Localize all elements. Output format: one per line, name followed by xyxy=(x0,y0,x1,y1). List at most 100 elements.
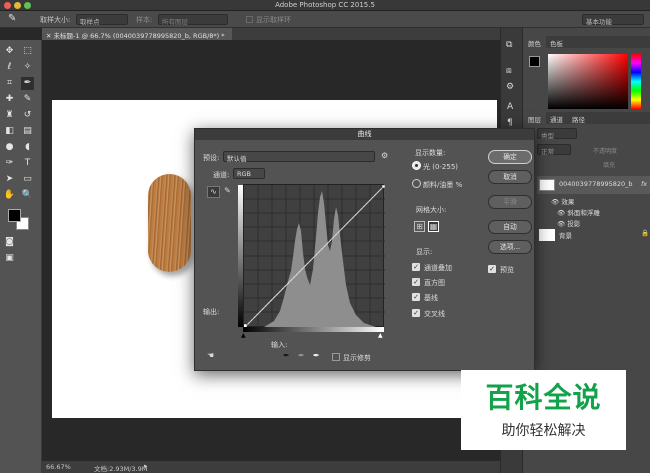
pigment-radio[interactable] xyxy=(412,179,421,188)
preset-select[interactable]: 默认值 xyxy=(223,151,375,163)
light-radio[interactable] xyxy=(412,161,421,170)
sample-size-select[interactable]: 取样点 xyxy=(76,14,128,26)
preview-label: 预览 xyxy=(500,266,514,274)
smooth-button[interactable]: 平滑 xyxy=(488,195,532,209)
document-tab[interactable]: ✕ 未标题-1 @ 66.7% (0040039778995820_b, RGB… xyxy=(42,28,232,40)
ok-button[interactable]: 确定 xyxy=(488,150,532,164)
crop-tool-icon[interactable]: ⌗ xyxy=(3,77,16,90)
layer-kind-filter[interactable]: 类型 xyxy=(537,128,577,140)
tab-layers[interactable]: 图层 xyxy=(523,112,546,124)
layer-name: 0040039778995820_b xyxy=(559,180,633,188)
layer-fx-icon: fx xyxy=(641,180,648,188)
watermark-title: 百科全说 xyxy=(485,381,602,414)
character-panel-icon[interactable]: A xyxy=(507,102,513,112)
screen-mode-icon[interactable]: ▣ xyxy=(3,252,16,265)
intersection-line-checkbox[interactable]: ✓ xyxy=(412,309,420,317)
actions-panel-icon[interactable]: ⧈ xyxy=(506,66,512,76)
white-eyedropper-icon[interactable]: ✒ xyxy=(313,351,320,360)
foreground-color-swatch[interactable] xyxy=(8,209,21,222)
quick-select-tool-icon[interactable]: ✧ xyxy=(21,61,34,74)
eyedropper-icon[interactable]: ✎ xyxy=(8,13,16,24)
tab-color[interactable]: 颜色 xyxy=(523,36,546,48)
display-amount-label: 显示数量: xyxy=(415,149,446,157)
fill-label: 填充 xyxy=(603,162,616,169)
curves-graph[interactable] xyxy=(242,184,386,329)
tab-paths[interactable]: 路径 xyxy=(567,112,590,124)
grid-size-label: 网格大小: xyxy=(416,206,447,214)
status-bar: 66.67% 文档:2.93M/3.9M ▸ xyxy=(42,461,500,473)
target-adjust-icon[interactable]: ☚ xyxy=(207,351,214,360)
eraser-tool-icon[interactable]: ◧ xyxy=(3,125,16,138)
auto-button[interactable]: 自动 xyxy=(488,220,532,234)
preview-checkbox[interactable]: ✓ xyxy=(488,265,496,273)
lasso-tool-icon[interactable]: ℓ xyxy=(3,61,16,74)
white-point-slider-icon[interactable]: ▲ xyxy=(378,332,383,339)
stamp-tool-icon[interactable]: ♜ xyxy=(3,109,16,122)
layer-name: 背景 xyxy=(559,232,572,240)
marquee-tool-icon[interactable]: ⬚ xyxy=(21,45,34,58)
status-arrow-icon[interactable]: ▸ xyxy=(144,462,148,470)
options-button[interactable]: 选项... xyxy=(488,240,532,254)
preset-label: 预设: xyxy=(203,154,220,162)
channel-overlay-checkbox[interactable]: ✓ xyxy=(412,263,420,271)
gray-eyedropper-icon[interactable]: ✒ xyxy=(298,351,305,360)
title-bar: Adobe Photoshop CC 2015.5 xyxy=(0,0,650,11)
zoom-tool-icon[interactable]: 🔍 xyxy=(21,189,34,202)
history-brush-icon[interactable]: ↺ xyxy=(21,109,34,122)
healing-tool-icon[interactable]: ✚ xyxy=(3,93,16,106)
sample-select[interactable]: 所有图层 xyxy=(158,14,228,26)
pencil-draw-icon[interactable]: ✎ xyxy=(221,186,234,198)
blur-tool-icon[interactable]: ● xyxy=(3,141,16,154)
paragraph-panel-icon[interactable]: ¶ xyxy=(507,118,513,128)
channel-select[interactable]: RGB xyxy=(233,168,265,179)
close-tab-icon[interactable]: ✕ xyxy=(46,32,54,40)
curve-edit-icon[interactable]: ∿ xyxy=(207,186,220,198)
detailed-grid-icon[interactable]: ▦ xyxy=(428,221,439,232)
curves-dialog: 曲线 预设: 默认值 ⚙ 通道: RGB ∿ ✎ ▲ ▲ 输出: 输入: ☚ ✒… xyxy=(194,128,535,371)
properties-panel-icon[interactable]: ⚙ xyxy=(506,82,514,92)
hue-slider[interactable] xyxy=(631,54,641,109)
baseline-checkbox[interactable]: ✓ xyxy=(412,293,420,301)
histogram-checkbox[interactable]: ✓ xyxy=(412,278,420,286)
shape-tool-icon[interactable]: ▭ xyxy=(21,173,34,186)
baseline-label: 基线 xyxy=(424,294,438,302)
gradient-tool-icon[interactable]: ▤ xyxy=(21,125,34,138)
simple-grid-icon[interactable]: ⊞ xyxy=(414,221,425,232)
dodge-tool-icon[interactable]: ◖ xyxy=(21,141,34,154)
zoom-level[interactable]: 66.67% xyxy=(46,463,71,471)
history-panel-icon[interactable]: ⧉ xyxy=(506,40,512,50)
sample-size-label: 取样大小: xyxy=(40,16,71,24)
black-point-slider-icon[interactable]: ▲ xyxy=(241,332,246,339)
input-label: 输入: xyxy=(271,341,288,349)
show-ring-checkbox[interactable] xyxy=(246,16,253,23)
tab-swatches[interactable]: 色板 xyxy=(545,36,568,48)
path-select-tool-icon[interactable]: ➤ xyxy=(3,173,16,186)
intersection-line-label: 交叉线 xyxy=(424,310,445,318)
blend-mode-select[interactable]: 正常 xyxy=(537,144,571,156)
dialog-title: 曲线 xyxy=(195,129,534,140)
output-label: 输出: xyxy=(203,308,220,316)
cancel-button[interactable]: 取消 xyxy=(488,170,532,184)
tab-channels[interactable]: 通道 xyxy=(545,112,568,124)
brush-tool-icon[interactable]: ✎ xyxy=(21,93,34,106)
channel-label: 通道: xyxy=(213,171,230,179)
eyedropper-tool-icon[interactable]: ✒ xyxy=(21,77,34,90)
show-clipping-checkbox[interactable] xyxy=(332,353,340,361)
color-picker-field[interactable] xyxy=(548,54,628,109)
pen-tool-icon[interactable]: ✑ xyxy=(3,157,16,170)
options-bar: ✎ 取样大小: 取样点 样本: 所有图层 显示取样环 基本功能 xyxy=(0,11,650,28)
hand-tool-icon[interactable]: ✋ xyxy=(3,189,16,202)
layer-row[interactable]: 0040039778995820_b fx xyxy=(537,176,650,194)
layer-row[interactable]: 背景 🔒 xyxy=(537,226,650,244)
quick-mask-icon[interactable]: ◙ xyxy=(3,236,16,249)
wood-shape-image[interactable] xyxy=(148,174,191,272)
fg-color-chip[interactable] xyxy=(529,56,540,67)
black-eyedropper-icon[interactable]: ✒ xyxy=(283,351,290,360)
preset-gear-icon[interactable]: ⚙ xyxy=(381,151,388,160)
opacity-label: 不透明度 xyxy=(593,148,618,155)
sample-label: 样本: xyxy=(136,16,153,24)
workspace-select[interactable]: 基本功能 xyxy=(582,14,644,26)
show-label: 显示: xyxy=(416,248,433,256)
move-tool-icon[interactable]: ✥ xyxy=(3,45,16,58)
type-tool-icon[interactable]: T xyxy=(21,157,34,170)
